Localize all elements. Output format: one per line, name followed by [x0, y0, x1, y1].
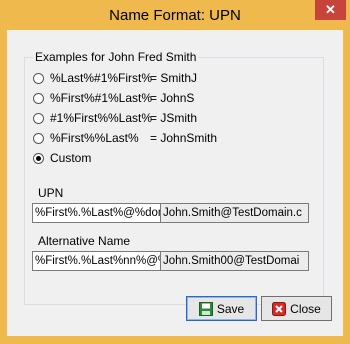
dialog-window: Name Format: UPN ✕ Examples for John Fre… — [0, 0, 350, 344]
option-format: Custom — [50, 151, 92, 165]
title-bar[interactable]: Name Format: UPN ✕ — [0, 0, 350, 30]
radio-button[interactable] — [33, 92, 44, 104]
option-result: = JohnSmith — [150, 131, 218, 145]
upn-preview-field: John.Smith@TestDomain.c — [160, 203, 309, 223]
radio-button[interactable] — [33, 112, 44, 124]
radio-first-init-last[interactable]: %First%#1%Last% = JohnS — [33, 90, 194, 106]
option-result: = SmithJ — [150, 71, 198, 85]
alternative-preview-field: John.Smith00@TestDomai — [160, 251, 309, 271]
close-icon — [272, 301, 287, 316]
radio-button[interactable] — [33, 72, 44, 84]
option-format: #1%First%%Last% — [50, 111, 153, 125]
option-format: %First%#1%Last% — [50, 91, 153, 105]
radio-button[interactable] — [33, 132, 44, 144]
dialog-client: Examples for John Fred Smith %Last%#1%Fi… — [7, 30, 343, 336]
option-format: %First%%Last% — [50, 131, 139, 145]
save-button[interactable]: Save — [186, 296, 257, 321]
close-label: Close — [290, 301, 321, 316]
option-result: = JohnS — [150, 91, 195, 105]
radio-first-last[interactable]: %First%%Last% = JohnSmith — [33, 130, 217, 146]
radio-button-checked[interactable] — [33, 152, 44, 164]
radio-custom[interactable]: Custom — [33, 150, 91, 166]
option-result: = JSmith — [150, 111, 198, 125]
window-title: Name Format: UPN — [109, 7, 241, 24]
alternative-format-input[interactable]: %First%.%Last%nn%@%D — [32, 251, 161, 271]
window-close-button[interactable]: ✕ — [315, 0, 346, 20]
radio-init-first-last[interactable]: #1%First%%Last% = JSmith — [33, 110, 197, 126]
option-format: %Last%#1%First% — [50, 71, 153, 85]
close-button[interactable]: Close — [261, 296, 332, 321]
save-icon — [198, 301, 213, 316]
examples-group: Examples for John Fred Smith %Last%#1%Fi… — [24, 50, 324, 305]
examples-legend: Examples for John Fred Smith — [33, 50, 199, 64]
upn-format-input[interactable]: %First%.%Last%@%domain — [32, 203, 161, 223]
radio-last-init-first[interactable]: %Last%#1%First% = SmithJ — [33, 70, 197, 86]
upn-label: UPN — [38, 186, 64, 200]
save-label: Save — [216, 301, 245, 316]
alternative-name-label: Alternative Name — [38, 234, 131, 248]
